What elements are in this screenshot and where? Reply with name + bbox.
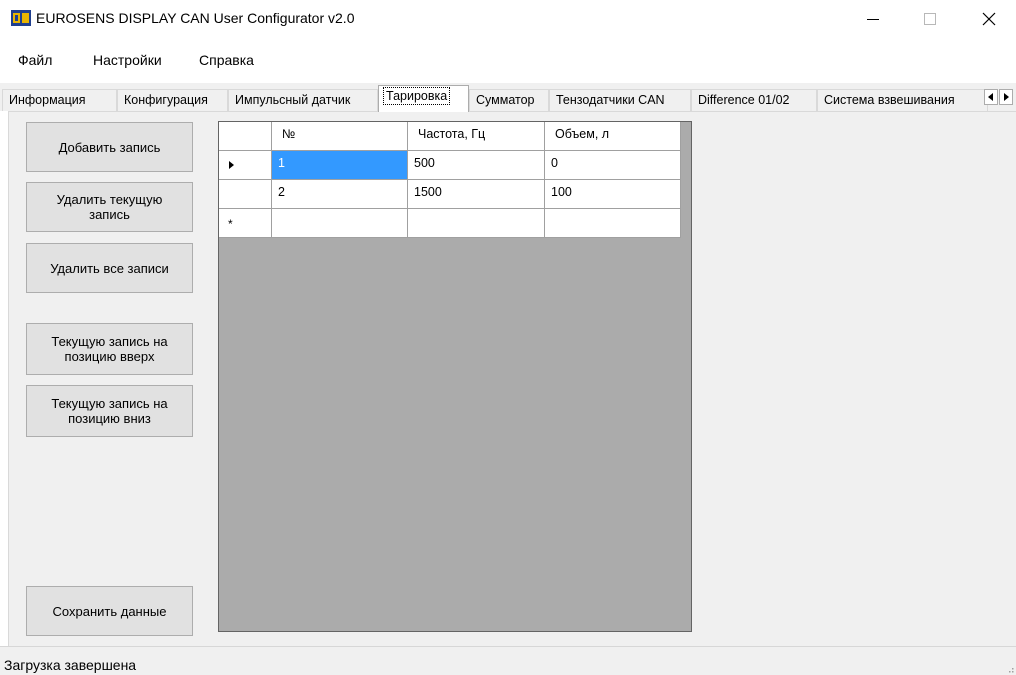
current-row-arrow-icon (229, 161, 234, 169)
table-cell-number[interactable] (272, 209, 408, 238)
table-cell-frequency[interactable] (408, 209, 545, 238)
table-new-row[interactable]: * (219, 209, 681, 238)
column-header-volume[interactable]: Объем, л (545, 122, 681, 151)
tab-summator[interactable]: Сумматор (469, 89, 549, 111)
table-header-row: № Частота, Гц Объем, л (219, 122, 681, 151)
table-cell-number[interactable]: 2 (272, 180, 408, 209)
row-header-current[interactable] (219, 151, 272, 180)
menu-file[interactable]: Файл (18, 52, 52, 68)
window-title: EUROSENS DISPLAY CAN User Configurator v… (36, 10, 355, 26)
arrow-right-icon (1004, 93, 1009, 101)
tab-info[interactable]: Информация (2, 89, 117, 111)
arrow-left-icon (988, 93, 993, 101)
calibration-table[interactable]: № Частота, Гц Объем, л 1 500 0 2 1500 10… (218, 121, 692, 632)
tab-scroll-right-button[interactable] (999, 89, 1013, 105)
row-header[interactable] (219, 180, 272, 209)
tab-configuration[interactable]: Конфигурация (117, 89, 228, 111)
save-data-button[interactable]: Сохранить данные (26, 586, 193, 636)
table-cell-volume[interactable]: 0 (545, 151, 681, 180)
menu-settings[interactable]: Настройки (93, 52, 162, 68)
delete-current-record-button[interactable]: Удалить текущую запись (26, 182, 193, 232)
tab-pulse-sensor[interactable]: Импульсный датчик (228, 89, 378, 111)
table-cell-volume[interactable]: 100 (545, 180, 681, 209)
table-row[interactable]: 2 1500 100 (219, 180, 681, 209)
close-icon (982, 12, 996, 26)
move-record-up-button[interactable]: Текущую запись на позицию вверх (26, 323, 193, 375)
maximize-button[interactable] (907, 0, 953, 38)
add-record-button[interactable]: Добавить запись (26, 122, 193, 172)
tab-difference[interactable]: Difference 01/02 (691, 89, 817, 111)
status-text: Загрузка завершена (4, 657, 137, 673)
column-header-number[interactable]: № (272, 122, 408, 151)
table-cell-frequency[interactable]: 500 (408, 151, 545, 180)
app-logo-icon (11, 10, 31, 26)
table-cell-frequency[interactable]: 1500 (408, 180, 545, 209)
tab-strip: Информация Конфигурация Импульсный датчи… (0, 83, 1016, 112)
row-header-new[interactable]: * (219, 209, 272, 238)
tab-scroll-left-button[interactable] (984, 89, 998, 105)
table-corner-cell[interactable] (219, 122, 272, 151)
title-bar: EUROSENS DISPLAY CAN User Configurator v… (0, 0, 1016, 38)
new-row-star-icon: * (228, 217, 233, 231)
tab-load-cells-can[interactable]: Тензодатчики CAN (549, 89, 691, 111)
table-cell-volume[interactable] (545, 209, 681, 238)
close-button[interactable] (966, 0, 1012, 38)
status-bar: Загрузка завершена (0, 646, 1016, 675)
calibration-tab-page: Добавить запись Удалить текущую запись У… (8, 111, 1016, 646)
minimize-button[interactable] (850, 0, 896, 38)
column-header-frequency[interactable]: Частота, Гц (408, 122, 545, 151)
delete-all-records-button[interactable]: Удалить все записи (26, 243, 193, 293)
maximize-icon (924, 13, 936, 25)
tab-weighing-system[interactable]: Система взвешивания (817, 89, 988, 111)
minimize-icon (867, 19, 879, 20)
table-row[interactable]: 1 500 0 (219, 151, 681, 180)
table-cell-number[interactable]: 1 (272, 151, 408, 180)
move-record-down-button[interactable]: Текущую запись на позицию вниз (26, 385, 193, 437)
menu-help[interactable]: Справка (199, 52, 254, 68)
tab-calibration[interactable]: Тарировка (378, 85, 469, 112)
menu-bar: Файл Настройки Справка (0, 47, 1016, 73)
resize-grip-icon[interactable] (1004, 663, 1014, 673)
